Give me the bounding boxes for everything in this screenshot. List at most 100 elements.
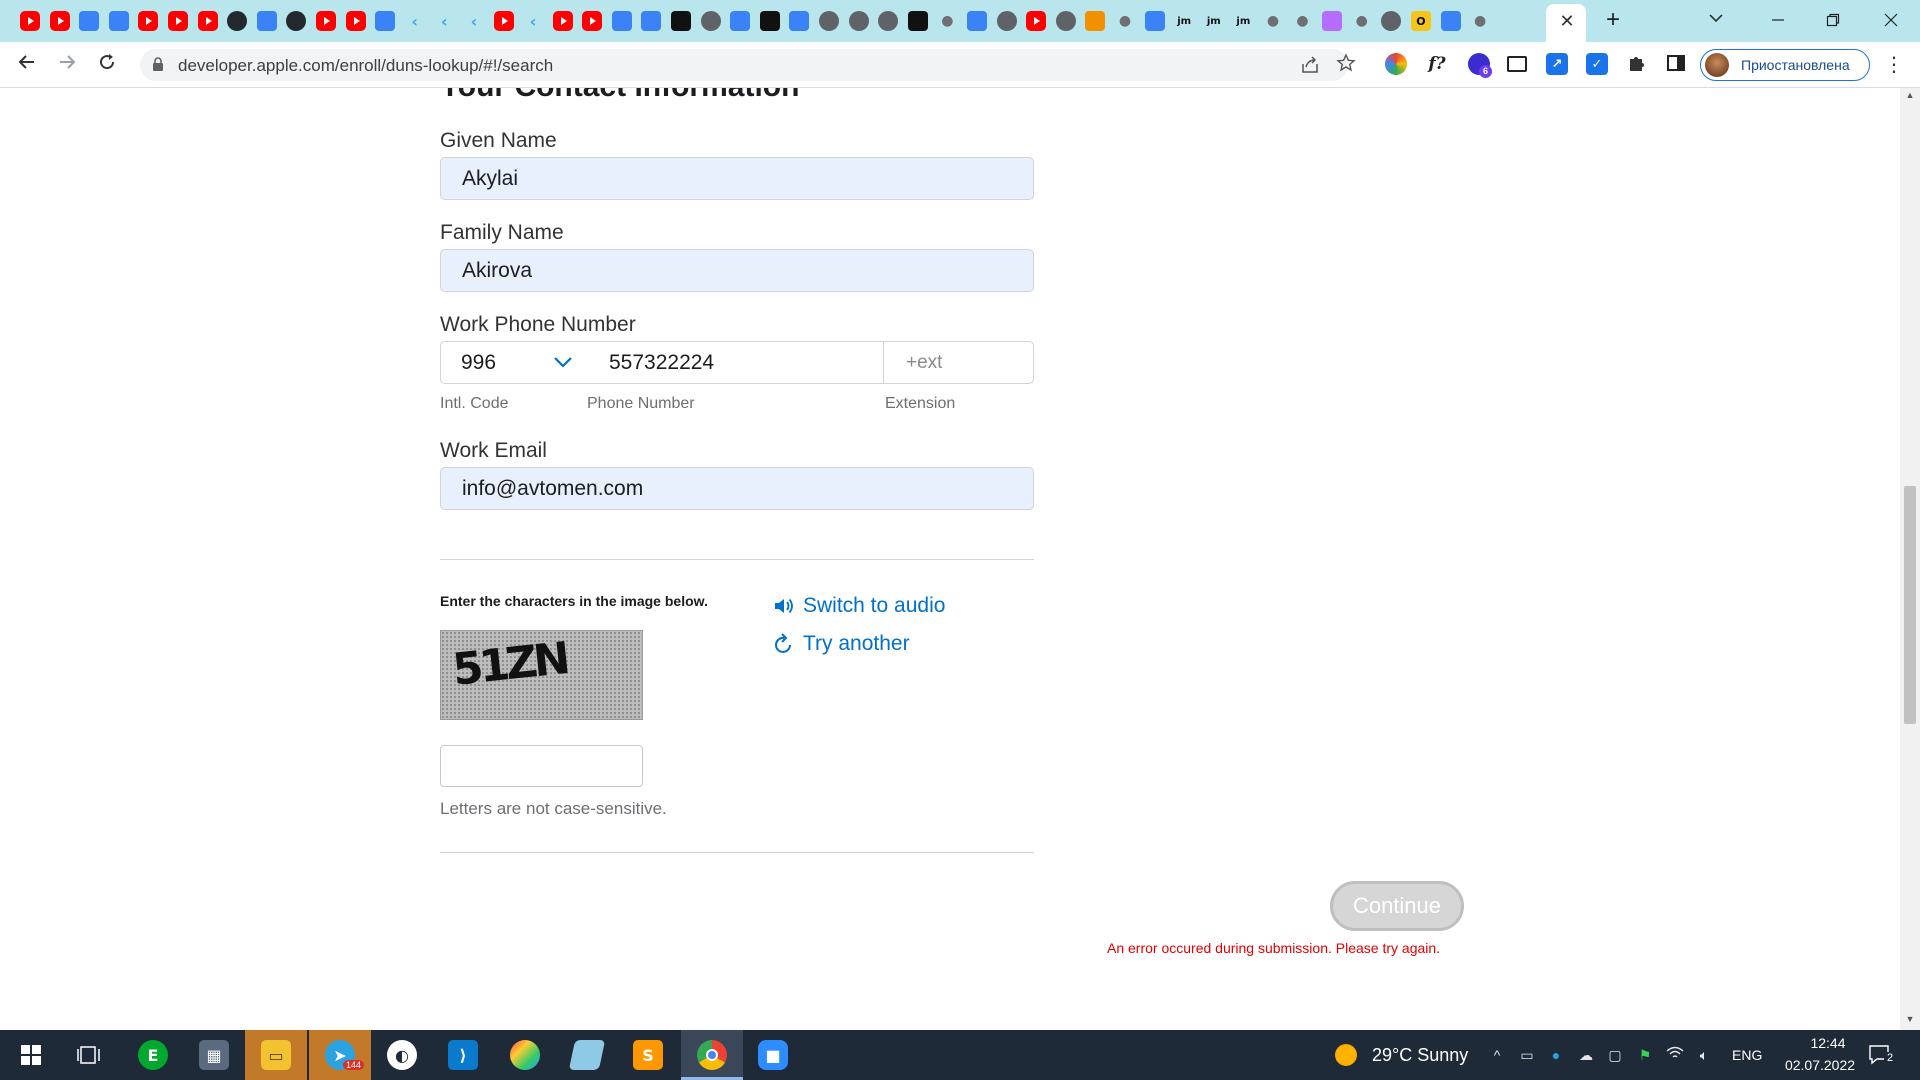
intl-code-select[interactable]: 996 (461, 351, 496, 375)
extension-chrome-icon[interactable] (1385, 53, 1407, 75)
tab-favicon-apple-icon[interactable]: ● (1115, 11, 1135, 31)
tab-favicon-dark-icon[interactable] (671, 11, 692, 31)
url-text[interactable]: developer.apple.com/enroll/duns-lookup/#… (178, 56, 553, 76)
tab-favicon-generic-icon[interactable] (967, 11, 987, 31)
page-scrollbar[interactable]: ▲ ▼ (1900, 88, 1920, 1030)
profile-button[interactable]: Приостановлена (1700, 49, 1870, 81)
side-panel-icon[interactable] (1665, 53, 1687, 75)
work-email-input[interactable]: info@avtomen.com (440, 467, 1034, 510)
chevron-down-icon[interactable] (553, 354, 573, 370)
taskbar-calculator[interactable]: ▦ (183, 1030, 245, 1080)
taskbar-evernote[interactable]: E (122, 1030, 184, 1080)
tab-favicon-chrome-icon[interactable] (1055, 11, 1076, 31)
tab-favicon-youtube-icon[interactable] (138, 11, 159, 31)
taskbar-vscode[interactable]: ⟩ (432, 1030, 494, 1080)
tab-favicon-youtube-icon[interactable] (315, 11, 336, 31)
tab-favicon-generic-icon[interactable] (789, 11, 810, 31)
tab-favicon-generic-icon[interactable] (1440, 11, 1461, 31)
share-icon[interactable] (1300, 55, 1320, 75)
switch-to-audio-label[interactable]: Switch to audio (803, 594, 945, 618)
extension-input[interactable]: +ext (906, 352, 942, 374)
captcha-input[interactable] (440, 745, 643, 787)
tab-favicon-generic-icon[interactable] (1144, 11, 1165, 31)
tab-favicon-youtube-icon[interactable] (197, 11, 218, 31)
clock-date[interactable]: 02.07.2022 (1775, 1057, 1865, 1073)
tab-favicon-dark-icon[interactable] (907, 11, 928, 31)
phone-number-input[interactable]: 557322224 (609, 351, 714, 375)
tab-favicon-youtube-icon[interactable] (493, 11, 514, 31)
extension-pip-icon[interactable] (1507, 56, 1527, 72)
taskbar-zoom[interactable]: ■ (742, 1030, 804, 1080)
taskbar-sublime-text[interactable]: S (617, 1030, 679, 1080)
tab-favicon-youtube-icon[interactable] (20, 11, 40, 31)
taskbar-notepad[interactable] (556, 1030, 618, 1080)
tab-favicon-apple-icon[interactable]: ● (1470, 11, 1490, 31)
taskbar-chrome[interactable] (681, 1030, 743, 1080)
notifications-icon[interactable]: 2 (1868, 1044, 1896, 1066)
try-another-label[interactable]: Try another (803, 632, 910, 656)
continue-button[interactable]: Continue (1330, 881, 1464, 931)
tab-favicon-flutter-icon[interactable]: ‹ (434, 11, 454, 31)
tab-favicon-chrome-icon[interactable] (878, 11, 899, 31)
extension-link-icon[interactable]: ↗ (1546, 53, 1568, 75)
tab-favicon-flutter-icon[interactable]: ‹ (464, 11, 484, 31)
new-tab-button[interactable]: + (1600, 8, 1626, 34)
tray-overflow-chevron-icon[interactable]: ^ (1487, 1045, 1507, 1065)
clock-time[interactable]: 12:44 (1793, 1035, 1863, 1051)
tab-favicon-youtube-icon[interactable] (49, 11, 70, 31)
scroll-thumb[interactable] (1904, 486, 1916, 724)
tab-favicon-generic-icon[interactable] (256, 11, 277, 31)
windows-start-button[interactable] (0, 1030, 62, 1080)
address-bar[interactable]: developer.apple.com/enroll/duns-lookup/#… (140, 49, 1356, 81)
telegram-tray-icon[interactable]: ● (1546, 1045, 1566, 1065)
lock-icon[interactable] (152, 57, 164, 71)
tab-search-chevron-icon[interactable] (1708, 10, 1728, 30)
task-view-button[interactable] (58, 1030, 120, 1080)
extensions-puzzle-icon[interactable] (1626, 53, 1648, 75)
tab-favicon-github-icon[interactable] (286, 11, 307, 31)
extension-mind-icon[interactable]: 6 (1468, 53, 1492, 78)
wifi-icon[interactable] (1665, 1045, 1685, 1065)
tab-favicon-generic-icon[interactable] (611, 11, 632, 31)
scroll-up-arrow-icon[interactable]: ▲ (1900, 90, 1920, 104)
tab-favicon-purple-icon[interactable] (1322, 11, 1343, 31)
tab-favicon-orange-icon[interactable] (1085, 11, 1106, 31)
taskbar-app-circle[interactable]: ◐ (371, 1030, 433, 1080)
close-window-button[interactable] (1876, 6, 1906, 36)
tab-favicon-dark-icon[interactable] (759, 11, 780, 31)
tab-favicon-chrome-icon[interactable] (1381, 11, 1402, 31)
tab-favicon-chrome-icon[interactable] (819, 11, 840, 31)
tab-favicon-generic-icon[interactable] (641, 11, 662, 31)
tab-favicon-generic-icon[interactable] (375, 11, 396, 31)
tab-favicon-apple-icon[interactable]: ● (937, 11, 957, 31)
tab-favicon-yellow-icon[interactable]: O (1410, 11, 1431, 31)
given-name-input[interactable]: Akylai (440, 157, 1034, 200)
battery-icon[interactable]: ▭ (1517, 1045, 1537, 1065)
tab-favicon-chrome-icon[interactable] (848, 11, 869, 31)
tab-favicon-youtube-icon[interactable] (552, 11, 573, 31)
switch-to-audio-link[interactable]: Switch to audio (773, 594, 945, 618)
taskbar-telegram[interactable]: ➤ 144 (309, 1030, 371, 1080)
tab-favicon-chrome-icon[interactable] (700, 11, 721, 31)
tab-favicon-flutter-icon[interactable]: ‹ (405, 11, 425, 31)
flag-icon[interactable]: ⚑ (1635, 1045, 1655, 1065)
close-tab-icon[interactable]: ✕ (1556, 10, 1578, 32)
extension-formula-icon[interactable]: f? (1426, 53, 1448, 75)
tab-favicon-youtube-icon[interactable] (345, 11, 366, 31)
tab-favicon-generic-icon[interactable] (730, 11, 751, 31)
taskbar-file-explorer[interactable]: ▭ (245, 1030, 307, 1080)
device-icon[interactable]: ▢ (1605, 1045, 1625, 1065)
language-indicator[interactable]: ENG (1732, 1047, 1762, 1063)
tab-favicon-generic-icon[interactable] (108, 11, 129, 31)
volume-icon[interactable]: 🔈︎ (1694, 1045, 1714, 1065)
tab-favicon-generic-icon[interactable] (79, 11, 100, 31)
tab-favicon-apple-icon[interactable]: ● (1352, 11, 1372, 31)
tab-favicon-apple-icon[interactable]: ● (1293, 11, 1313, 31)
scroll-down-arrow-icon[interactable]: ▼ (1900, 1014, 1920, 1028)
back-button[interactable] (14, 52, 40, 78)
try-another-link[interactable]: Try another (773, 632, 910, 656)
tab-favicon-youtube-icon[interactable] (167, 11, 188, 31)
tab-favicon-text-icon[interactable]: jm (1233, 11, 1253, 31)
weather-text[interactable]: 29°C Sunny (1372, 1045, 1468, 1066)
tab-favicon-github-icon[interactable] (227, 11, 248, 31)
